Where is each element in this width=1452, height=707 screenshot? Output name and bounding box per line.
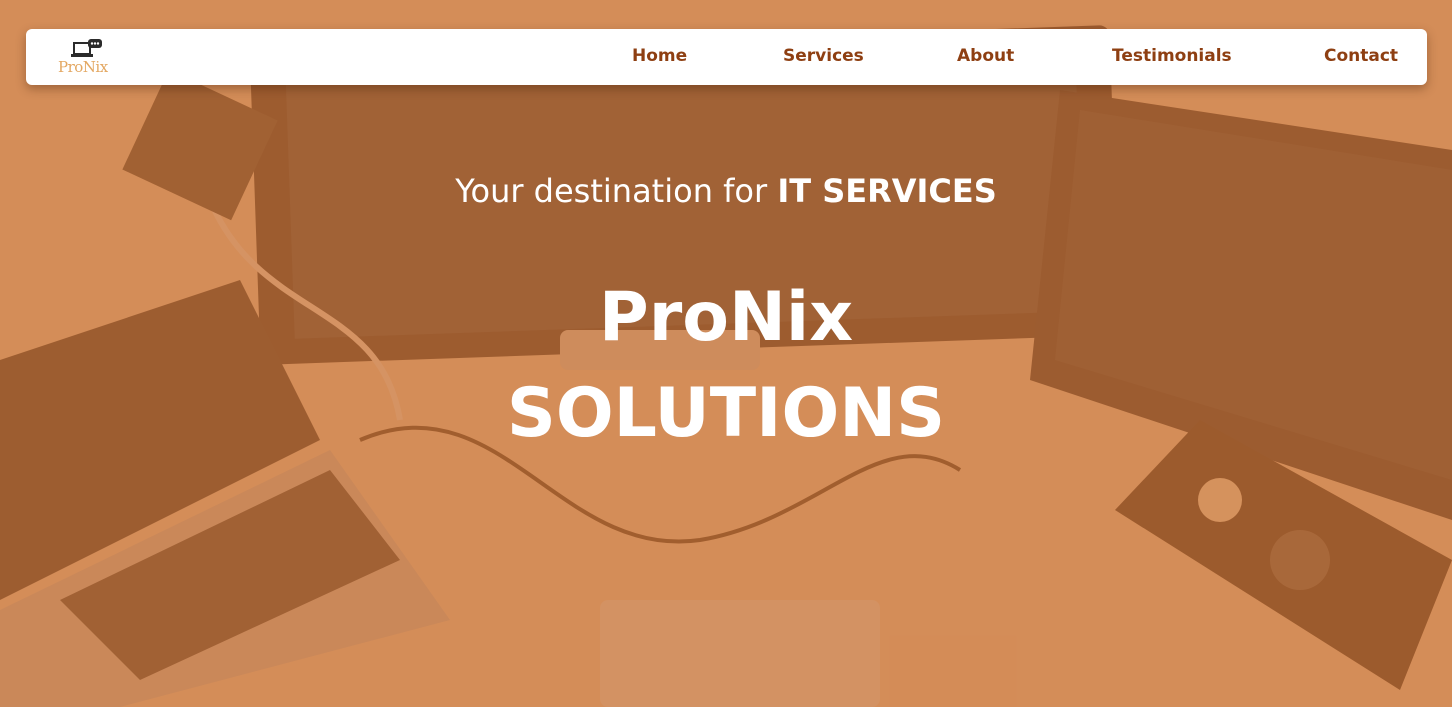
nav-link-services[interactable]: Services <box>783 46 864 66</box>
hero-tagline-strong: IT SERVICES <box>777 172 997 210</box>
nav-link-contact[interactable]: Contact <box>1324 46 1398 66</box>
nav-link-home[interactable]: Home <box>632 46 687 66</box>
logo[interactable]: ProNix <box>56 37 118 79</box>
hero-tagline-prefix: Your destination for <box>455 172 778 210</box>
hero-title: ProNix <box>598 278 854 357</box>
nav-link-about[interactable]: About <box>957 46 1014 66</box>
navbar: ProNix Home Services About Testimonials … <box>26 29 1427 85</box>
hero-subtitle: SOLUTIONS <box>506 374 946 453</box>
nav-link-testimonials[interactable]: Testimonials <box>1112 46 1232 66</box>
hero-tagline: Your destination for IT SERVICES <box>0 172 1452 210</box>
logo-text: ProNix <box>58 58 108 76</box>
